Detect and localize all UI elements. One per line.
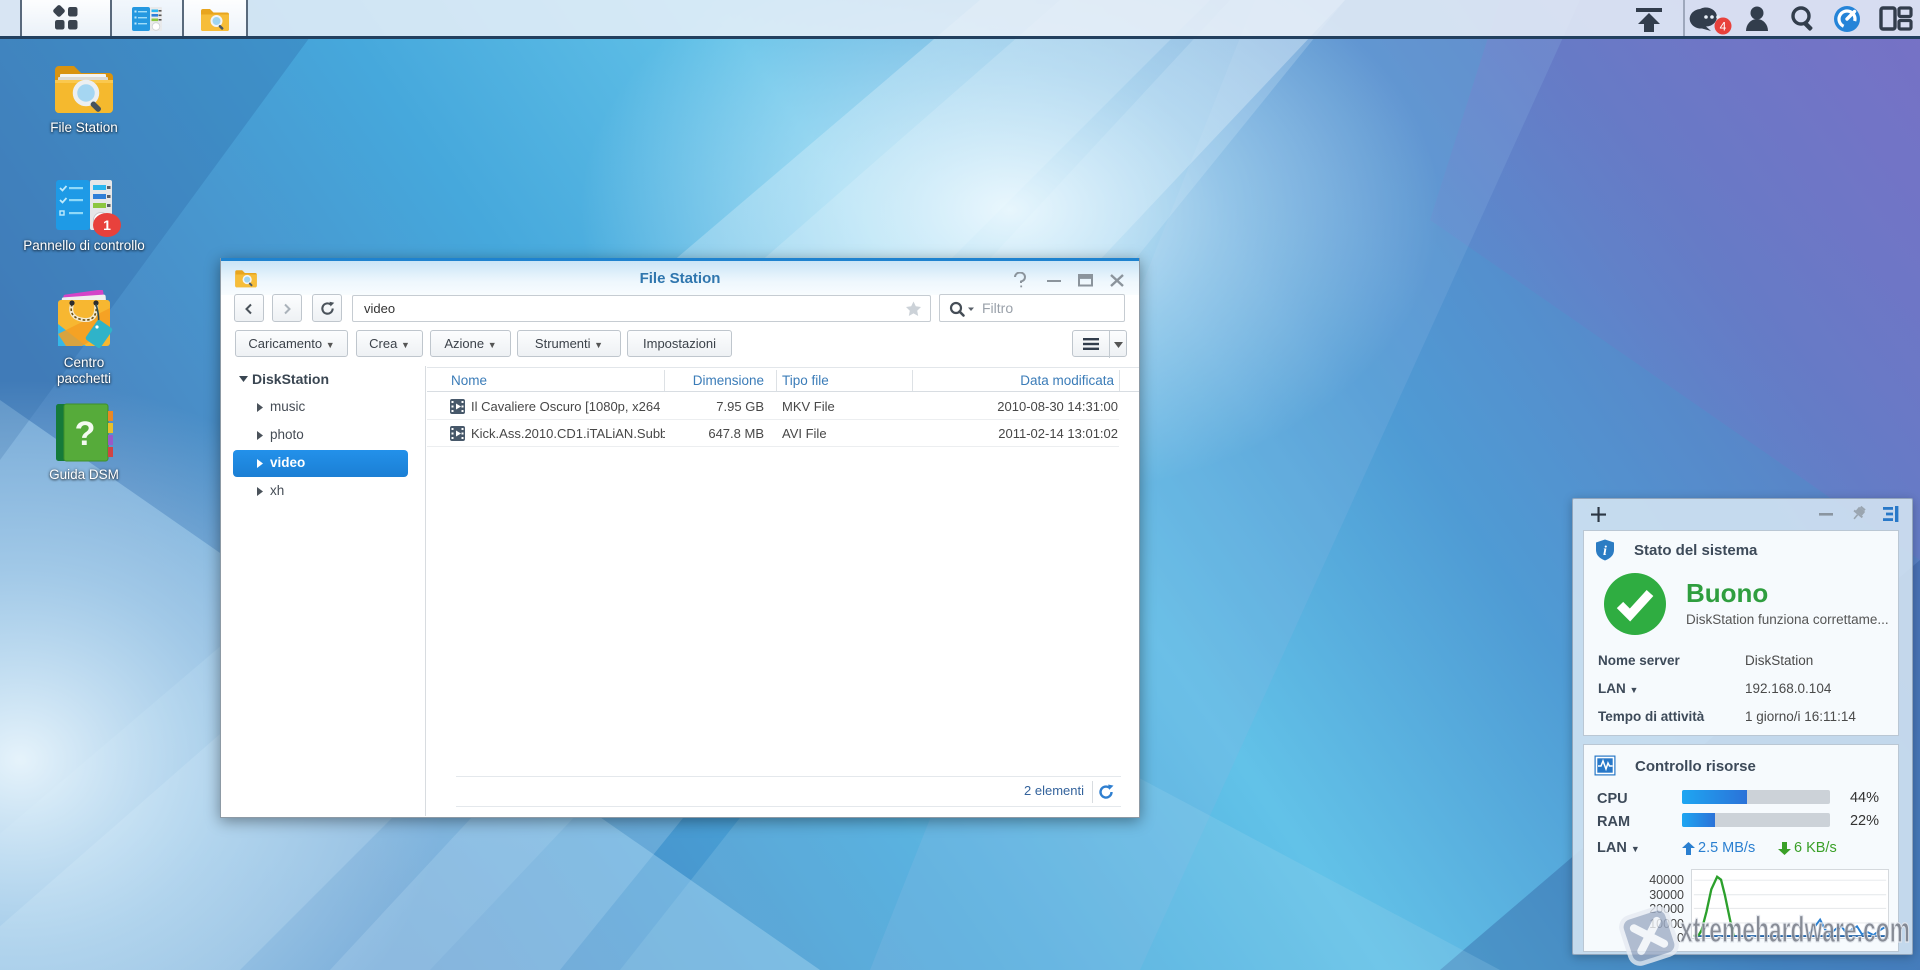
svg-text:1: 1 [103, 217, 111, 233]
svg-text:i: i [1603, 544, 1607, 559]
svg-text:?: ? [75, 415, 96, 453]
svg-text:4: 4 [1720, 20, 1727, 34]
svg-text:xtremehardware.com: xtremehardware.com [1680, 910, 1910, 950]
